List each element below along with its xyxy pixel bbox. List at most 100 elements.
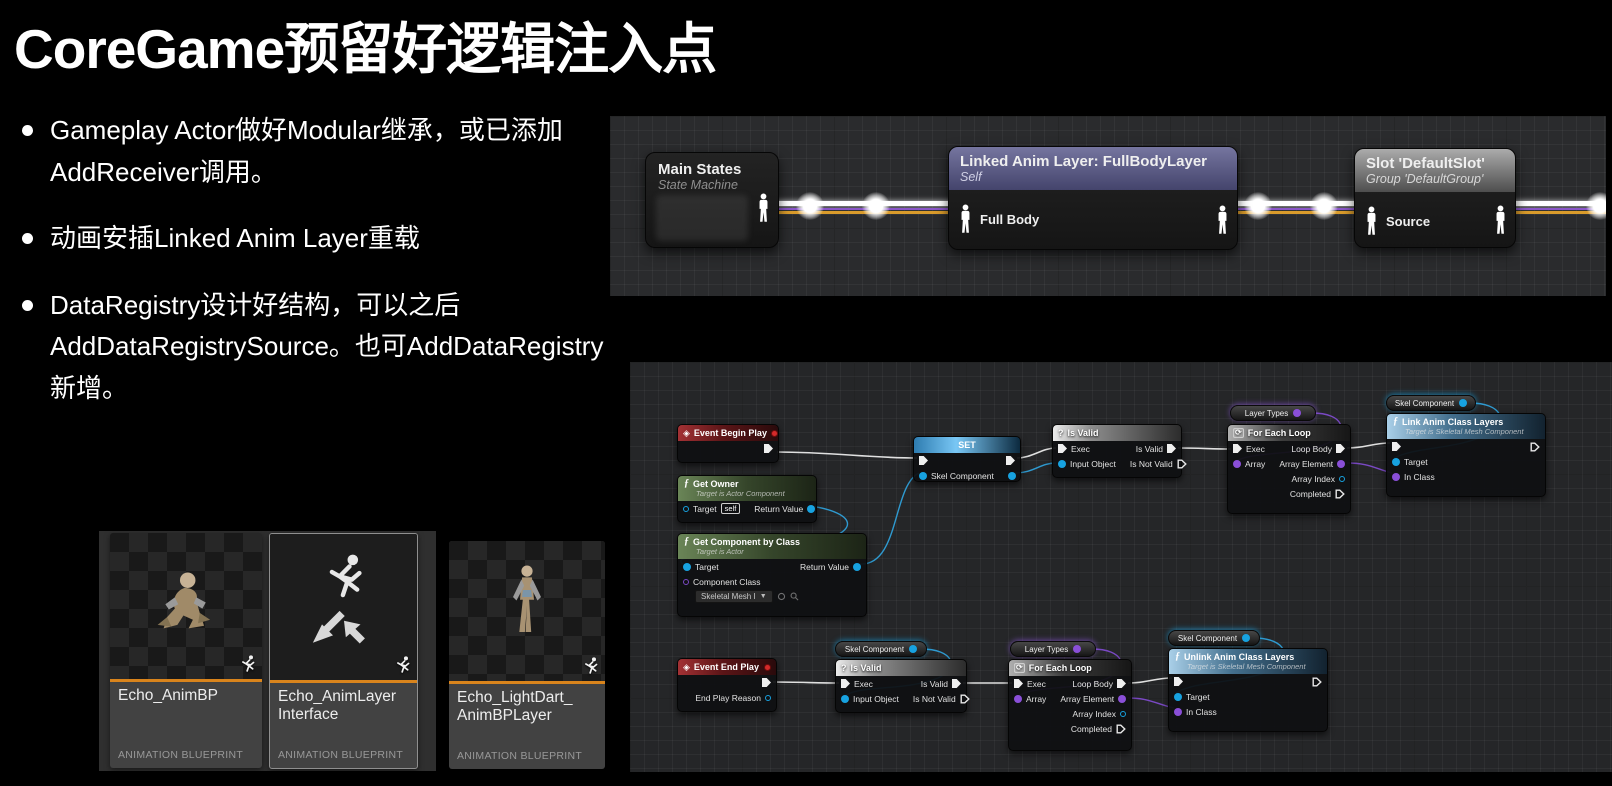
target-input-pin[interactable] [683,563,691,571]
value-output-pin[interactable] [1008,472,1016,480]
exec-output-pin[interactable] [1006,456,1015,465]
bullet-item: Gameplay Actor做好Modular继承，或已添加AddReceive… [22,110,612,193]
node-linked-anim-layer[interactable]: Linked Anim Layer: FullBodyLayer Self Fu… [948,146,1238,250]
exec-output-pin[interactable] [1530,442,1540,452]
asset-card-echo-lightdart-animbplayer[interactable]: Echo_LightDart_ AnimBPLayer ANIMATION BL… [449,541,605,769]
is-not-valid-output-pin[interactable] [960,694,970,704]
var-layer-types[interactable]: Layer Types [1010,641,1096,657]
var-skel-component[interactable]: Skel Component [1168,630,1260,646]
asset-thumbnail [270,534,417,680]
pin-label: Full Body [980,212,1039,227]
class-select-dropdown[interactable]: Skeletal Mesh I ▼ [695,590,773,603]
exec-input-pin[interactable] [1174,677,1183,686]
return-value-output-pin[interactable] [807,505,815,513]
array-input-pin[interactable] [1014,695,1022,703]
pin-label: End Play Reason [695,693,761,703]
array-input-pin[interactable] [1233,460,1241,468]
pose-output-pin-icon[interactable] [757,193,770,223]
exec-output-pin[interactable] [1312,677,1322,687]
exec-output-pin[interactable] [762,678,771,687]
value-input-pin[interactable] [919,472,927,480]
node-subtitle: Target is Actor Component [696,489,810,498]
target-input-pin[interactable] [1174,693,1182,701]
var-output-pin[interactable] [1242,634,1250,642]
asset-card-echo-animlayer-interface[interactable]: Echo_AnimLayer Interface ANIMATION BLUEP… [269,533,418,769]
var-output-pin[interactable] [1073,645,1081,653]
var-output-pin[interactable] [1293,409,1301,417]
target-input-pin[interactable] [683,506,689,512]
pose-output-pin-icon[interactable] [1216,205,1229,235]
page-title: CoreGame预留好逻辑注入点 [14,4,716,84]
node-main-states[interactable]: Main States State Machine [645,152,779,248]
node-slot-defaultslot[interactable]: Slot 'DefaultSlot' Group 'DefaultGroup' … [1354,148,1516,248]
use-selected-icon[interactable] [777,592,786,601]
loop-body-output-pin[interactable] [1336,444,1345,453]
pin-label: Is Valid [921,679,948,689]
node-event-end-play[interactable]: ◈Event End Play End Play Reason [677,658,777,712]
end-play-reason-output-pin[interactable] [765,695,771,701]
return-value-output-pin[interactable] [853,563,861,571]
var-output-pin[interactable] [1459,399,1467,407]
pin-label: Loop Body [1291,444,1332,454]
exec-input-pin[interactable] [1392,442,1401,451]
character-sitting-image [143,556,229,656]
node-is-valid[interactable]: ?Is Valid ExecIs Valid Input ObjectIs No… [1052,424,1182,478]
var-layer-types[interactable]: Layer Types [1230,405,1316,421]
bullet-dot-icon [22,233,33,244]
input-object-pin[interactable] [1058,460,1066,468]
self-value-box[interactable]: self [721,503,741,514]
in-class-input-pin[interactable] [1174,708,1182,716]
blueprint-graph-canvas[interactable]: ◈Event Begin Play ƒGet Owner Target is A… [630,362,1612,772]
node-set-skel-component[interactable]: SET Skel Component [913,436,1021,482]
anim-blueprint-badge-icon [392,655,414,677]
function-icon: ƒ [684,536,689,547]
node-get-component-by-class[interactable]: ƒGet Component by Class Target is Actor … [677,533,867,617]
exec-input-pin[interactable] [1058,444,1067,453]
pin-label: Is Not Valid [1130,459,1173,469]
target-input-pin[interactable] [1392,458,1400,466]
anim-graph-canvas[interactable]: Main States State Machine Linked Anim La… [610,116,1606,296]
exec-input-pin[interactable] [841,679,850,688]
node-is-valid[interactable]: ?Is Valid ExecIs Valid Input ObjectIs No… [835,659,967,713]
question-icon: ? [841,663,847,673]
is-not-valid-output-pin[interactable] [1177,459,1187,469]
exec-input-pin[interactable] [1233,444,1242,453]
node-get-owner[interactable]: ƒGet Owner Target is Actor Component Tar… [677,475,817,523]
exec-input-pin[interactable] [919,456,928,465]
node-unlink-anim-class-layers[interactable]: ƒUnlink Anim Class Layers Target is Skel… [1168,648,1328,732]
component-class-input-pin[interactable] [683,579,689,585]
node-link-anim-class-layers[interactable]: ƒLink Anim Class Layers Target is Skelet… [1386,413,1546,497]
input-object-pin[interactable] [841,695,849,703]
array-index-output-pin[interactable] [1120,711,1126,717]
pose-input-pin-icon[interactable] [959,204,972,234]
var-skel-component[interactable]: Skel Component [1386,395,1476,411]
pose-output-pin-icon[interactable] [1494,205,1507,235]
pin-label: Skel Component [931,471,994,481]
asset-card-echo-animbp[interactable]: Echo_AnimBP ANIMATION BLUEPRINT [110,533,262,768]
var-output-pin[interactable] [909,645,917,653]
completed-output-pin[interactable] [1335,489,1345,499]
pose-input-pin-icon[interactable] [1365,206,1378,236]
node-for-each-loop[interactable]: ⟳For Each Loop ExecLoop Body ArrayArray … [1227,424,1351,514]
pin-label: Array [1245,459,1265,469]
in-class-input-pin[interactable] [1392,473,1400,481]
array-element-output-pin[interactable] [1118,695,1126,703]
array-index-output-pin[interactable] [1339,476,1345,482]
pin-label: Array [1026,694,1046,704]
pin-label: Array Index [1292,474,1335,484]
node-event-begin-play[interactable]: ◈Event Begin Play [677,424,779,463]
is-valid-output-pin[interactable] [952,679,961,688]
array-element-output-pin[interactable] [1337,460,1345,468]
node-for-each-loop[interactable]: ⟳For Each Loop ExecLoop Body ArrayArray … [1008,659,1132,751]
is-valid-output-pin[interactable] [1167,444,1176,453]
var-skel-component[interactable]: Skel Component [835,641,927,657]
exec-output-pin[interactable] [764,444,773,453]
class-select-value: Skeletal Mesh I [701,592,756,601]
search-icon[interactable] [790,592,799,601]
pin-label: Array Element [1279,459,1333,469]
completed-output-pin[interactable] [1116,724,1126,734]
node-title: Event End Play [694,662,759,672]
loop-body-output-pin[interactable] [1117,679,1126,688]
asset-type-label: ANIMATION BLUEPRINT [270,749,417,768]
exec-input-pin[interactable] [1014,679,1023,688]
